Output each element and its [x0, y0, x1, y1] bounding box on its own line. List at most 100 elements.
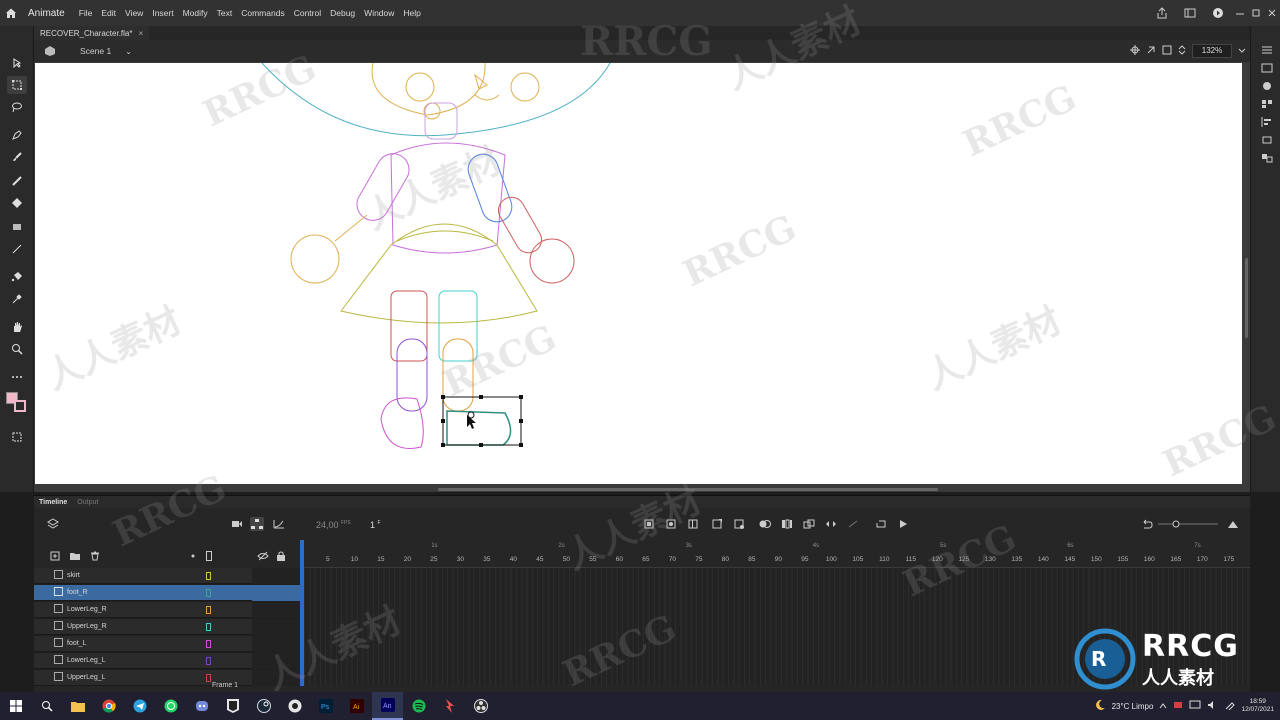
paint-bucket-icon[interactable] [7, 268, 27, 286]
weather-text[interactable]: 23°C Limpo [1112, 702, 1154, 711]
center-stage-icon[interactable] [1130, 45, 1140, 57]
illustrator-icon[interactable]: Ai [341, 692, 372, 720]
layer-outline-color[interactable] [206, 657, 211, 665]
playhead[interactable] [300, 540, 304, 686]
clipchamp-icon[interactable] [279, 692, 310, 720]
pen-tray-icon[interactable] [1225, 700, 1236, 712]
more-tools-icon[interactable] [7, 368, 27, 386]
steam-icon[interactable] [248, 692, 279, 720]
pen-tool-icon[interactable] [7, 126, 27, 144]
frame-zoom-slider[interactable] [1158, 517, 1218, 531]
new-folder-icon[interactable] [68, 549, 82, 563]
horizontal-scrollbar[interactable] [438, 488, 938, 491]
document-tab[interactable]: RECOVER_Character.fla* × [34, 26, 150, 40]
menu-modify[interactable]: Modify [183, 8, 208, 18]
align-panel-icon[interactable] [1260, 116, 1274, 128]
layer-outline-color[interactable] [206, 572, 211, 580]
camera-icon[interactable] [230, 517, 244, 531]
restore-icon[interactable] [1248, 0, 1264, 26]
frame-ruler[interactable]: 5 10 15 20 25 30 35 40 45 50 55 60 65 70 75 80 85 90 95 100… [300, 540, 1250, 568]
visibility-icon[interactable] [256, 549, 270, 563]
home-icon[interactable] [0, 0, 22, 26]
stage-canvas[interactable] [35, 63, 1242, 484]
zoom-level-field[interactable]: 132% [1192, 44, 1232, 58]
tab-timeline[interactable]: Timeline [34, 499, 72, 506]
layer-outline-color[interactable] [206, 589, 211, 597]
menu-debug[interactable]: Debug [330, 8, 355, 18]
link-icon[interactable] [846, 517, 860, 531]
layer-outline-color[interactable] [206, 606, 211, 614]
animate-icon[interactable]: An [372, 692, 403, 720]
clip-content-icon[interactable] [1146, 45, 1156, 57]
blank-keyframe-icon[interactable] [686, 517, 700, 531]
menu-insert[interactable]: Insert [152, 8, 173, 18]
play-icon[interactable] [896, 517, 910, 531]
layer-row-lowerleg-l[interactable]: LowerLeg_L [34, 653, 300, 669]
transform-panel-icon[interactable] [1260, 134, 1274, 146]
network-icon[interactable] [1189, 700, 1201, 712]
test-movie-icon[interactable] [1204, 0, 1232, 26]
menu-help[interactable]: Help [403, 8, 420, 18]
library-panel-icon[interactable] [1260, 62, 1274, 74]
chrome-icon[interactable] [93, 692, 124, 720]
share-icon[interactable] [1148, 0, 1176, 26]
chevron-down-icon[interactable]: ⌄ [125, 47, 132, 56]
scene-name[interactable]: Scene 1 [80, 46, 111, 56]
components-panel-icon[interactable] [1260, 152, 1274, 164]
properties-panel-icon[interactable] [1260, 44, 1274, 56]
swatches-panel-icon[interactable] [1260, 98, 1274, 110]
whatsapp-icon[interactable] [155, 692, 186, 720]
file-explorer-icon[interactable] [62, 692, 93, 720]
paint-brush-icon[interactable] [7, 148, 27, 166]
undo-icon[interactable] [1140, 517, 1154, 531]
epic-games-icon[interactable] [217, 692, 248, 720]
insert-frame-icon[interactable] [710, 517, 724, 531]
delete-frame-icon[interactable] [732, 517, 746, 531]
fps-value[interactable]: 24,00 FPS [316, 520, 351, 530]
spotify-icon[interactable] [403, 692, 434, 720]
obs-icon[interactable] [465, 692, 496, 720]
first-frame-icon[interactable] [642, 517, 656, 531]
current-frame[interactable]: 1 F [370, 520, 381, 530]
layer-row-lowerleg-r[interactable]: LowerLeg_R [34, 602, 300, 618]
menu-control[interactable]: Control [294, 8, 321, 18]
photoshop-icon[interactable]: Ps [310, 692, 341, 720]
menu-window[interactable]: Window [364, 8, 394, 18]
fit-stage-icon[interactable] [1162, 45, 1172, 57]
zoom-stepper-icon[interactable] [1178, 45, 1186, 57]
layer-parenting-icon[interactable] [250, 517, 264, 531]
selection-tool-icon[interactable] [7, 54, 27, 72]
layer-row-upperleg-l[interactable]: UpperLeg_L [34, 670, 300, 686]
minimize-icon[interactable] [1232, 0, 1248, 26]
layer-outline-color[interactable] [206, 640, 211, 648]
speaker-icon[interactable] [1207, 700, 1219, 712]
lasso-tool-icon[interactable] [7, 98, 27, 116]
layer-outline-color[interactable] [206, 674, 211, 682]
layer-row-foot-r[interactable]: foot_R [34, 585, 300, 601]
menu-file[interactable]: File [79, 8, 93, 18]
vpn-icon[interactable] [434, 692, 465, 720]
menu-view[interactable]: View [125, 8, 143, 18]
layer-outline-color[interactable] [206, 623, 211, 631]
layers-icon[interactable] [46, 517, 60, 531]
close-icon[interactable] [1264, 0, 1280, 26]
brush-tool-icon[interactable] [7, 172, 27, 190]
workspace-icon[interactable] [1176, 0, 1204, 26]
onion-skin-icon[interactable] [758, 517, 772, 531]
expand-icon[interactable] [1226, 517, 1240, 531]
line-tool-icon[interactable] [7, 240, 27, 258]
object-drawing-icon[interactable] [7, 428, 27, 446]
layer-row-foot-l[interactable]: foot_L [34, 636, 300, 652]
sync-icon[interactable] [824, 517, 838, 531]
zoom-tool-icon[interactable] [7, 340, 27, 358]
menu-commands[interactable]: Commands [241, 8, 284, 18]
lock-icon[interactable] [274, 549, 288, 563]
eraser-tool-icon[interactable] [7, 194, 27, 212]
free-transform-tool-icon[interactable] [7, 76, 27, 94]
hand-tool-icon[interactable] [7, 318, 27, 336]
color-panel-icon[interactable] [1260, 80, 1274, 92]
insert-keyframe-icon[interactable] [664, 517, 678, 531]
clock[interactable]: 18:59 12/07/2021 [1241, 698, 1274, 714]
new-layer-icon[interactable] [48, 549, 62, 563]
zoom-dropdown-icon[interactable] [1238, 46, 1246, 56]
